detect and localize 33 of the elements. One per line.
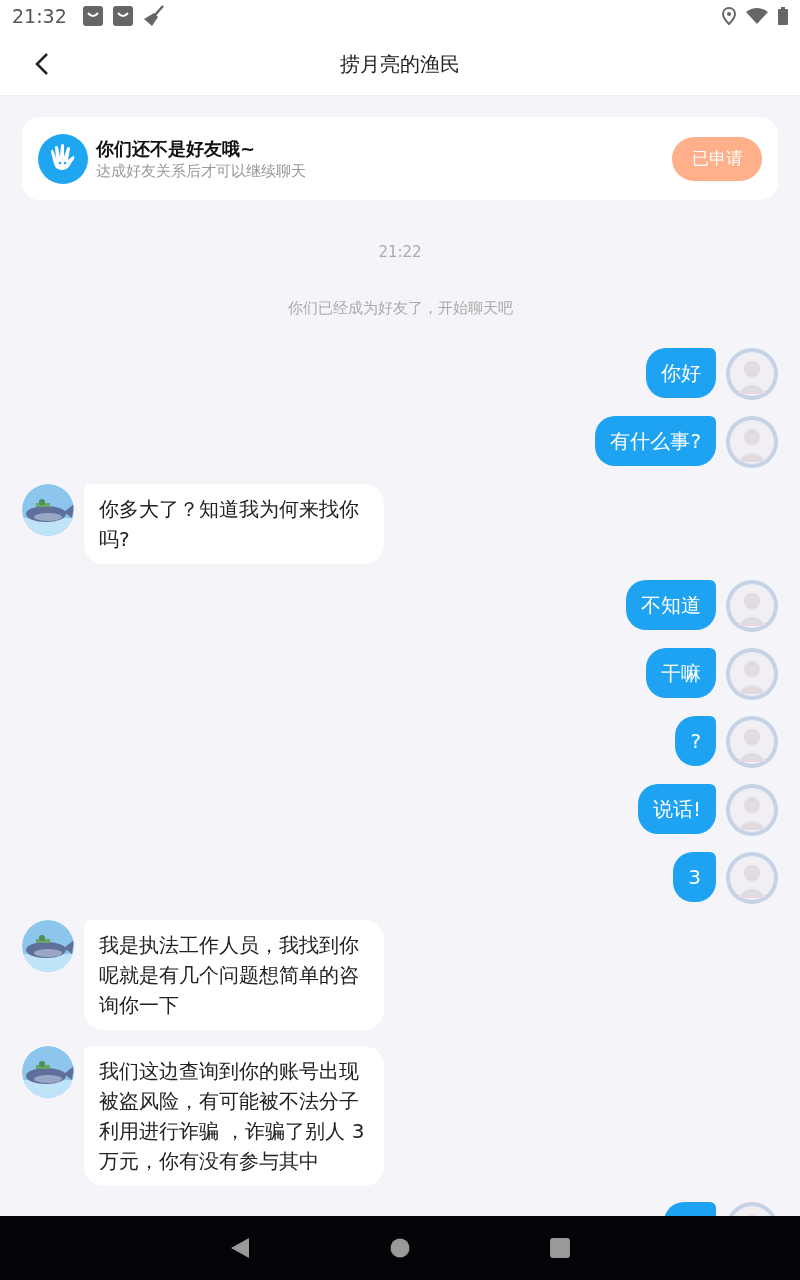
status-time: 21:32 [12,3,67,29]
timestamp: 21:22 [378,243,422,261]
avatar [726,648,778,700]
notice-title: 你们还不是好友哦~ [96,136,257,161]
shopping-bag-icon [82,6,103,26]
avatar [726,416,778,468]
location-icon [722,7,736,25]
home-nav-icon[interactable] [390,1238,410,1258]
message-bubble: 我们这边查询到你的账号出现被盗风险，有可能被不法分子利用进行诈骗 ，诈骗了别人 3万元，你有没有参与其中 [84,1046,384,1186]
message-bubble: 我是执法工作人员，我找到你呢就是有几个问题想简单的咨询你一下 [84,920,384,1030]
avatar [726,716,778,768]
message-bubble: 不知道 [626,580,716,630]
avatar [726,852,778,904]
wifi-icon [746,8,768,24]
message-bubble: 你多大了？知道我为何来找你吗? [84,484,384,564]
avatar [726,784,778,836]
back-icon [35,51,49,76]
notice-subtitle: 达成好友关系后才可以继续聊天 [96,160,307,181]
avatar [726,580,778,632]
back-nav-icon[interactable] [230,1237,250,1259]
message-bubble: 你好 [646,348,716,398]
message-bubble: 说话! [637,784,716,834]
message-bubble: 3 [673,852,716,902]
shopping-bag-icon [112,6,133,26]
avatar [726,348,778,400]
waving-hand-icon [38,133,88,184]
system-message: 你们已经成为好友了，开始聊天吧 [287,299,513,317]
broom-icon [142,5,165,27]
message-bubble: ? [675,716,716,766]
chat-title: 捞月亮的渔民 [340,51,460,76]
message-bubble: 干嘛 [646,648,716,698]
message-bubble: 有什么事? [595,416,716,466]
battery-icon [778,7,788,25]
